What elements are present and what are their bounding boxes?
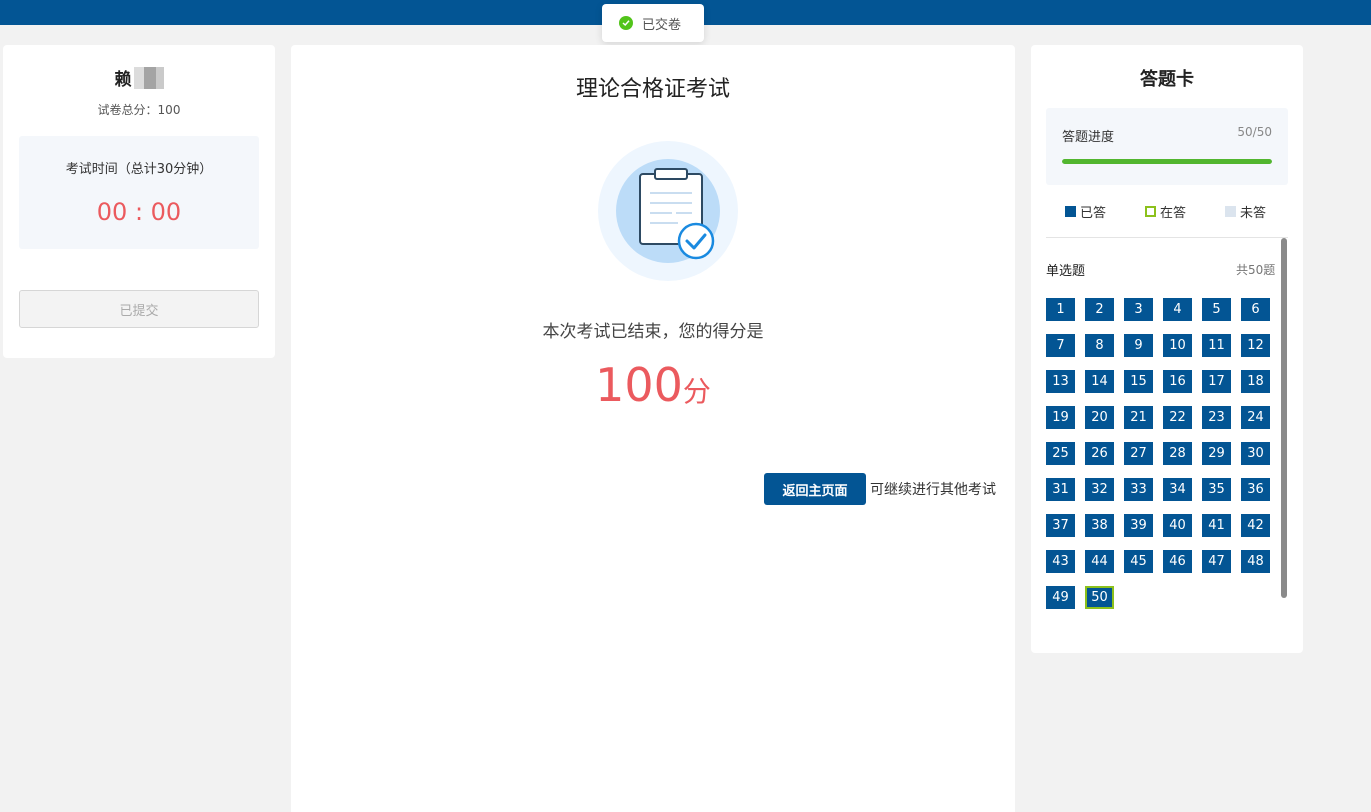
question-button-16[interactable]: 16 — [1163, 370, 1192, 393]
exam-title: 理论合格证考试 — [575, 77, 730, 102]
question-button-20[interactable]: 20 — [1085, 406, 1114, 429]
question-button-1[interactable]: 1 — [1046, 298, 1075, 321]
progress-fill — [1062, 159, 1272, 164]
question-button-3[interactable]: 3 — [1124, 298, 1153, 321]
question-button-6[interactable]: 6 — [1241, 298, 1270, 321]
question-button-5[interactable]: 5 — [1202, 298, 1231, 321]
question-button-7[interactable]: 7 — [1046, 334, 1075, 357]
current-swatch — [1145, 206, 1156, 217]
question-button-33[interactable]: 33 — [1124, 478, 1153, 501]
unanswered-swatch — [1225, 206, 1236, 217]
question-button-11[interactable]: 11 — [1202, 334, 1231, 357]
answer-card-title: 答题卡 — [1140, 69, 1194, 90]
question-button-32[interactable]: 32 — [1085, 478, 1114, 501]
question-button-17[interactable]: 17 — [1202, 370, 1231, 393]
question-button-10[interactable]: 10 — [1163, 334, 1192, 357]
answered-swatch — [1065, 206, 1076, 217]
progress-label: 答题进度 — [1062, 130, 1115, 145]
question-button-22[interactable]: 22 — [1163, 406, 1192, 429]
continue-hint: 可继续进行其他考试 — [870, 482, 996, 498]
question-button-28[interactable]: 28 — [1163, 442, 1192, 465]
success-check-icon — [619, 16, 633, 30]
result-panel: 理论合格证考试 本次考试已结束，您的得分是 100分 返回主页面 可继续进行其他… — [291, 45, 1015, 812]
section-label: 单选题 — [1046, 264, 1086, 279]
question-button-27[interactable]: 27 — [1124, 442, 1153, 465]
question-button-21[interactable]: 21 — [1124, 406, 1153, 429]
question-button-2[interactable]: 2 — [1085, 298, 1114, 321]
question-button-13[interactable]: 13 — [1046, 370, 1075, 393]
redacted-name-blur — [133, 67, 164, 89]
question-button-36[interactable]: 36 — [1241, 478, 1270, 501]
question-button-4[interactable]: 4 — [1163, 298, 1192, 321]
question-button-9[interactable]: 9 — [1124, 334, 1153, 357]
timer-value: 00 : 00 — [96, 198, 182, 226]
question-button-49[interactable]: 49 — [1046, 586, 1075, 609]
question-button-41[interactable]: 41 — [1202, 514, 1231, 537]
legend-unanswered: 未答 — [1225, 202, 1266, 221]
toast-text: 已交卷 — [642, 17, 682, 33]
question-button-42[interactable]: 42 — [1241, 514, 1270, 537]
user-name: 赖 — [3, 65, 275, 90]
question-button-12[interactable]: 12 — [1241, 334, 1270, 357]
question-button-35[interactable]: 35 — [1202, 478, 1231, 501]
progress-box: 答题进度 50/50 — [1046, 108, 1288, 185]
question-button-23[interactable]: 23 — [1202, 406, 1231, 429]
timer-label: 考试时间（总计30分钟） — [65, 162, 213, 177]
question-button-24[interactable]: 24 — [1241, 406, 1270, 429]
question-button-43[interactable]: 43 — [1046, 550, 1075, 573]
question-button-26[interactable]: 26 — [1085, 442, 1114, 465]
score-unit: 分 — [682, 375, 711, 408]
return-home-button[interactable]: 返回主页面 — [764, 473, 866, 505]
scrollbar[interactable] — [1281, 238, 1287, 598]
question-button-38[interactable]: 38 — [1085, 514, 1114, 537]
section-count: 共50题 — [1236, 263, 1276, 277]
question-button-14[interactable]: 14 — [1085, 370, 1114, 393]
total-score-text: 试卷总分：100 — [97, 103, 181, 117]
question-button-25[interactable]: 25 — [1046, 442, 1075, 465]
question-button-44[interactable]: 44 — [1085, 550, 1114, 573]
score-display: 100分 — [291, 358, 1015, 412]
question-button-37[interactable]: 37 — [1046, 514, 1075, 537]
question-button-34[interactable]: 34 — [1163, 478, 1192, 501]
answer-card-panel: 答题卡 答题进度 50/50 已答 在答 未答 单选题 共50题 1234567… — [1031, 45, 1303, 653]
question-button-19[interactable]: 19 — [1046, 406, 1075, 429]
question-button-40[interactable]: 40 — [1163, 514, 1192, 537]
progress-bar — [1062, 159, 1272, 164]
question-button-15[interactable]: 15 — [1124, 370, 1153, 393]
clipboard-check-icon — [598, 141, 738, 285]
question-button-39[interactable]: 39 — [1124, 514, 1153, 537]
question-button-46[interactable]: 46 — [1163, 550, 1192, 573]
submitted-button[interactable]: 已提交 — [19, 290, 259, 328]
result-text: 本次考试已结束，您的得分是 — [542, 322, 764, 342]
progress-count: 50/50 — [1237, 125, 1272, 139]
question-button-30[interactable]: 30 — [1241, 442, 1270, 465]
question-button-18[interactable]: 18 — [1241, 370, 1270, 393]
timer-box: 考试时间（总计30分钟） 00 : 00 — [19, 136, 259, 249]
question-button-8[interactable]: 8 — [1085, 334, 1114, 357]
question-button-29[interactable]: 29 — [1202, 442, 1231, 465]
toast-message: 已交卷 — [602, 4, 704, 42]
legend-current: 在答 — [1145, 202, 1186, 221]
question-button-50[interactable]: 50 — [1085, 586, 1114, 609]
exam-info-panel: 赖 试卷总分：100 考试时间（总计30分钟） 00 : 00 已提交 — [3, 45, 275, 358]
divider — [1046, 237, 1288, 238]
legend-answered: 已答 — [1065, 202, 1106, 221]
question-button-45[interactable]: 45 — [1124, 550, 1153, 573]
question-button-48[interactable]: 48 — [1241, 550, 1270, 573]
question-button-31[interactable]: 31 — [1046, 478, 1075, 501]
score-value: 100 — [595, 358, 683, 412]
question-button-47[interactable]: 47 — [1202, 550, 1231, 573]
